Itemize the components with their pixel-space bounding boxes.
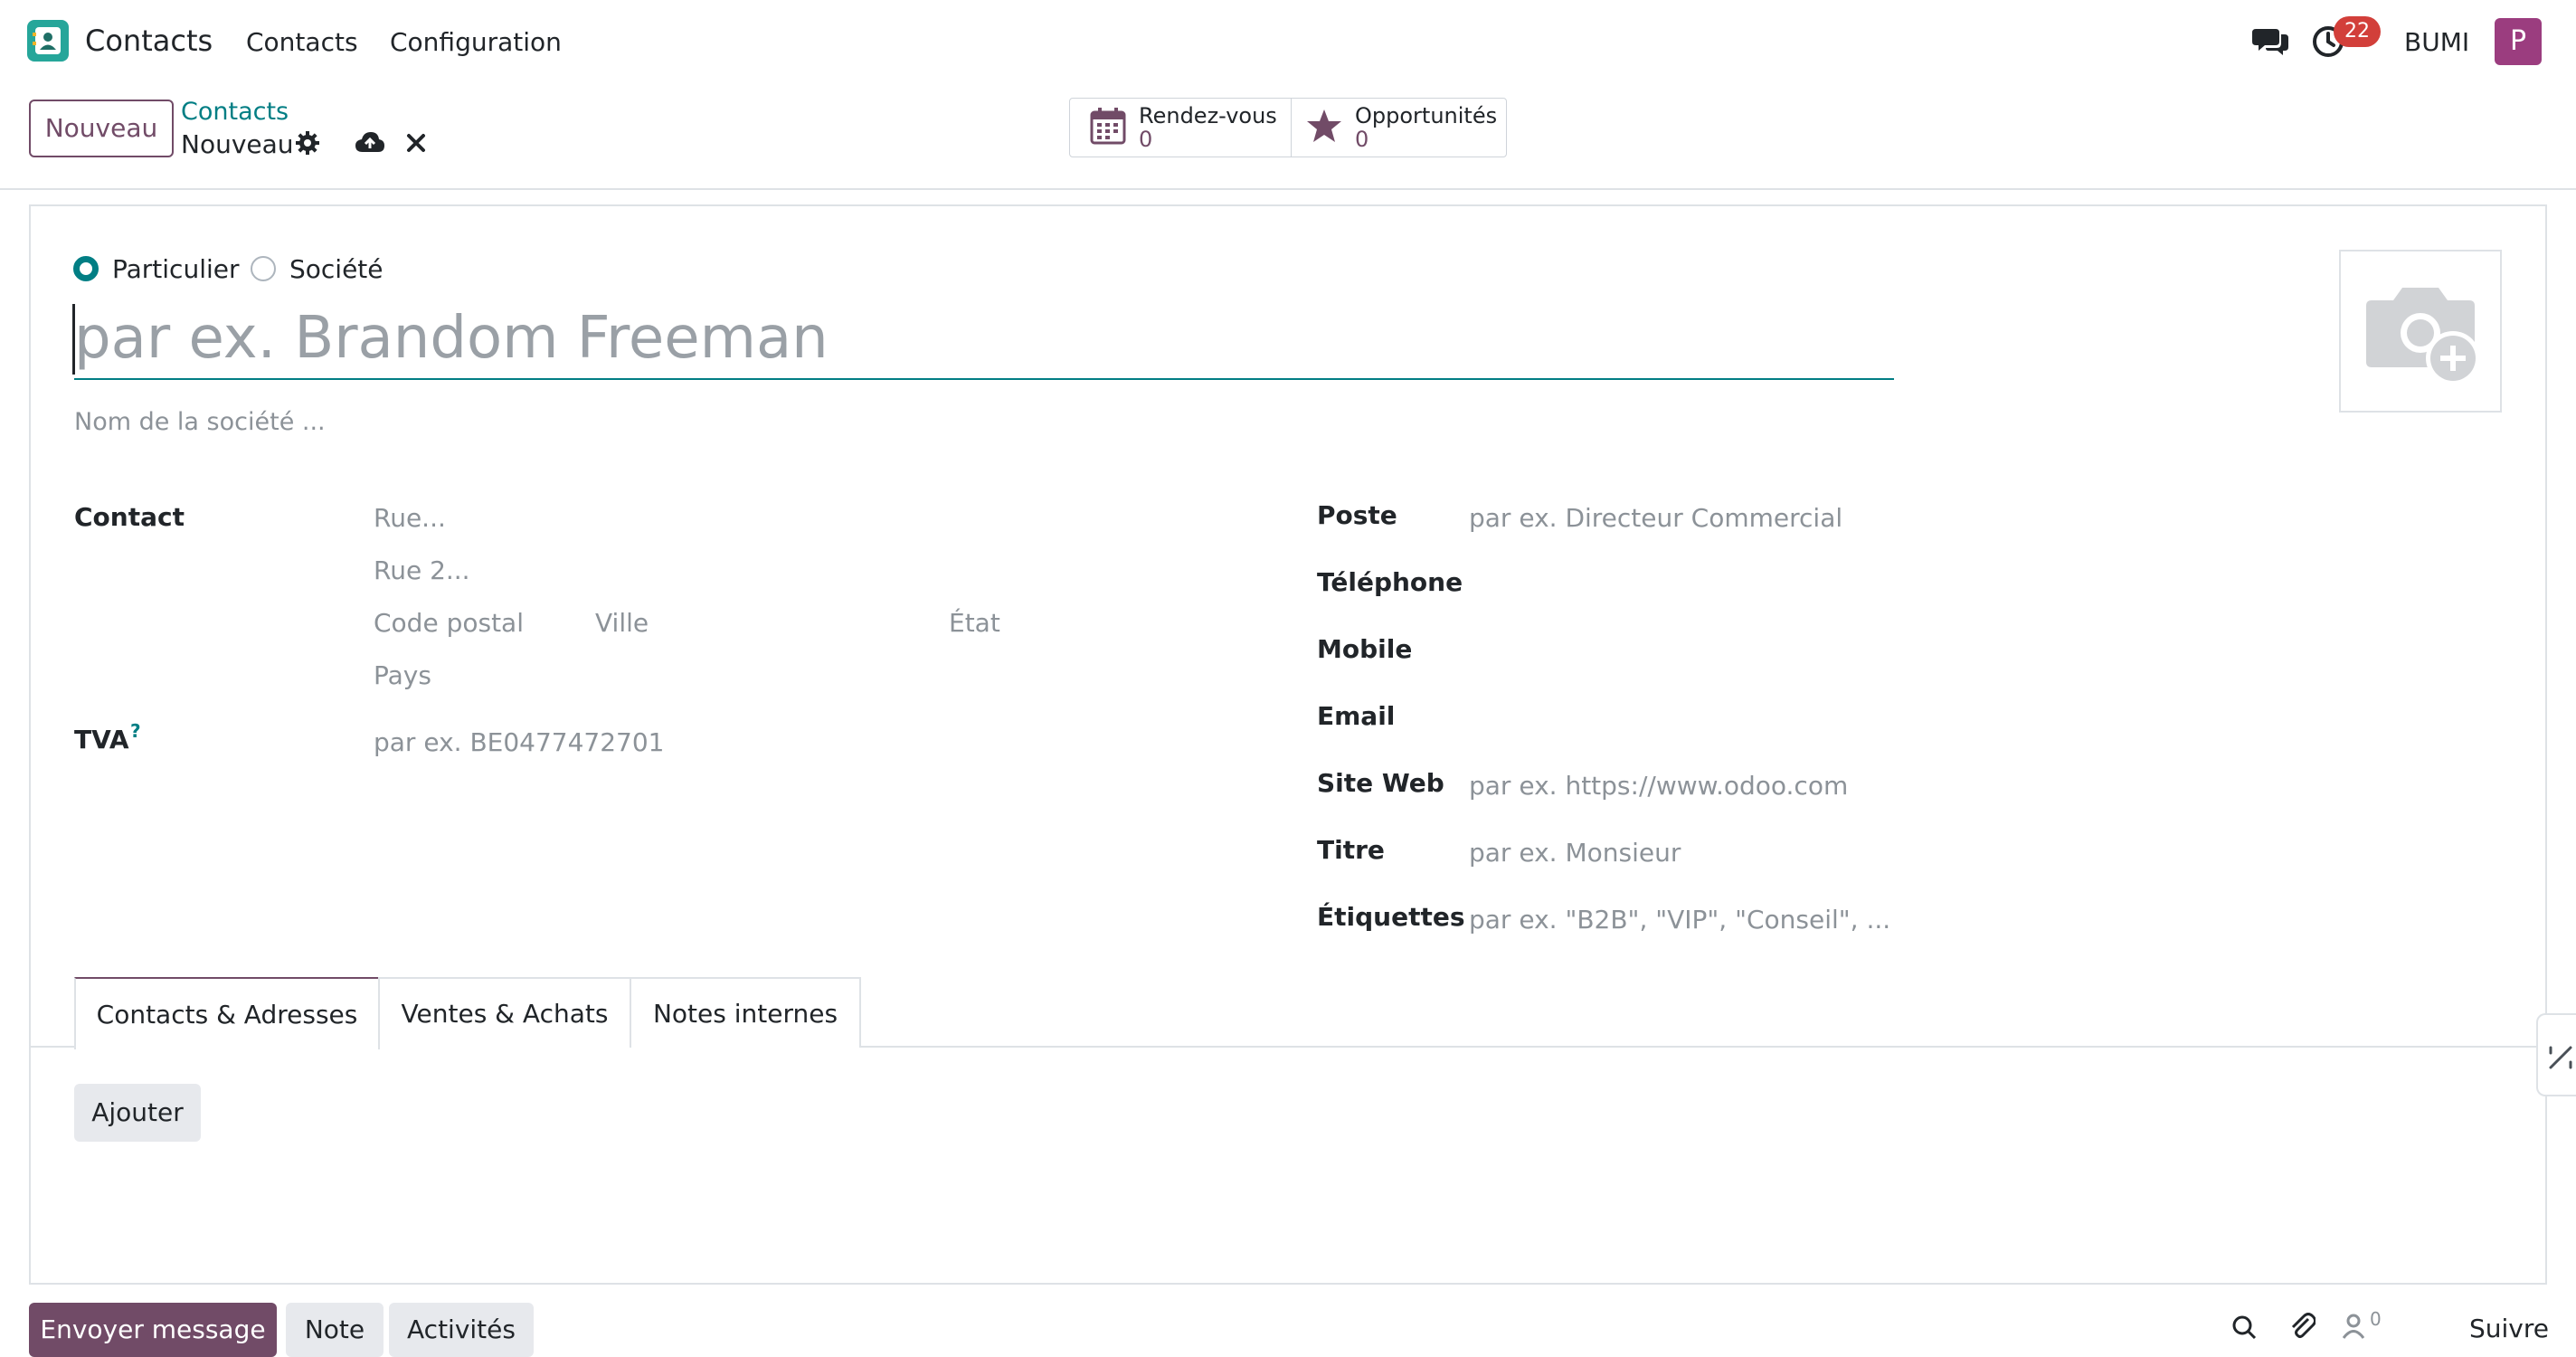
followers-count: 0 [2370,1308,2382,1330]
text-cursor [72,304,75,375]
chatter-toggle-handle[interactable] [2536,1013,2576,1096]
smart-button-label: Rendez-vous [1139,103,1277,128]
vat-label: TVA [74,725,129,754]
camera-plus-icon [2357,279,2487,391]
avatar-upload[interactable] [2339,250,2502,413]
gear-icon[interactable] [295,130,320,159]
paperclip-icon[interactable] [2288,1312,2316,1347]
menu-configuration[interactable]: Configuration [390,27,562,57]
app-name[interactable]: Contacts [85,24,213,58]
radio-particulier[interactable] [73,256,99,281]
smart-button-label: Opportunités [1355,103,1498,128]
vat-input[interactable] [374,724,1188,760]
radio-particulier-label[interactable]: Particulier [112,254,240,284]
radio-societe[interactable] [251,256,276,281]
smart-button-value: 0 [1139,127,1153,152]
vat-help-tooltip[interactable]: ? [130,720,141,742]
messaging-icon[interactable] [2252,25,2288,62]
street2-input[interactable] [374,552,1188,588]
mobile-input[interactable] [1469,633,2283,669]
contact-name-input[interactable] [74,299,1894,380]
phone-input[interactable] [1469,566,2283,603]
activities-button[interactable]: Activités [389,1303,534,1357]
user-avatar[interactable]: P [2495,18,2542,65]
company-switcher[interactable]: BUMI [2404,27,2469,57]
contact-address-label: Contact [74,502,185,532]
state-input[interactable] [949,604,1188,641]
appointments-smart-button[interactable]: Rendez-vous 0 [1070,99,1291,157]
contacts-app-icon[interactable] [27,20,69,62]
breadcrumb-current: Nouveau [181,129,294,159]
zip-input[interactable] [374,604,582,641]
smart-button-value: 0 [1355,127,1369,152]
opportunities-smart-button[interactable]: Opportunités 0 [1291,99,1506,157]
company-name-input[interactable] [74,405,888,438]
new-button[interactable]: Nouveau [29,100,174,157]
function-label: Poste [1317,500,1397,530]
activity-count-badge: 22 [2334,16,2381,47]
save-cloud-icon[interactable] [355,130,385,159]
mobile-label: Mobile [1317,634,1413,664]
tab-internal-notes[interactable]: Notes internes [630,977,861,1048]
breadcrumb-contacts[interactable]: Contacts [181,98,289,126]
top-navbar: Contacts Contacts Configuration 22 BUMI … [0,0,2576,83]
email-input[interactable] [1469,700,2283,736]
website-label: Site Web [1317,768,1444,798]
tab-sales-purchase[interactable]: Ventes & Achats [378,977,631,1048]
title-input[interactable] [1469,834,2283,870]
log-note-button[interactable]: Note [286,1303,384,1357]
follow-button[interactable]: Suivre [2469,1314,2549,1343]
country-input[interactable] [374,657,1188,693]
phone-label: Téléphone [1317,567,1463,597]
star-icon [1306,108,1342,147]
website-input[interactable] [1469,767,2283,803]
calendar-icon [1090,107,1126,148]
menu-contacts[interactable]: Contacts [246,27,358,57]
email-label: Email [1317,701,1396,731]
search-icon[interactable] [2230,1314,2258,1347]
tab-contacts-addresses[interactable]: Contacts & Adresses [74,977,380,1049]
control-panel-divider [0,188,2576,190]
smart-buttons: Rendez-vous 0 Opportunités 0 [1069,98,1507,157]
send-message-button[interactable]: Envoyer message [29,1303,277,1357]
add-contact-button[interactable]: Ajouter [74,1084,201,1142]
city-input[interactable] [595,604,939,641]
followers-icon[interactable] [2342,1314,2365,1345]
function-input[interactable] [1469,499,2283,536]
tags-label: Étiquettes [1317,902,1465,932]
title-label: Titre [1317,835,1385,865]
expand-icon [2547,1044,2574,1075]
street-input[interactable] [374,499,1188,536]
discard-close-icon[interactable] [405,132,427,157]
tags-input[interactable] [1469,901,2283,937]
radio-societe-label[interactable]: Société [289,254,384,284]
